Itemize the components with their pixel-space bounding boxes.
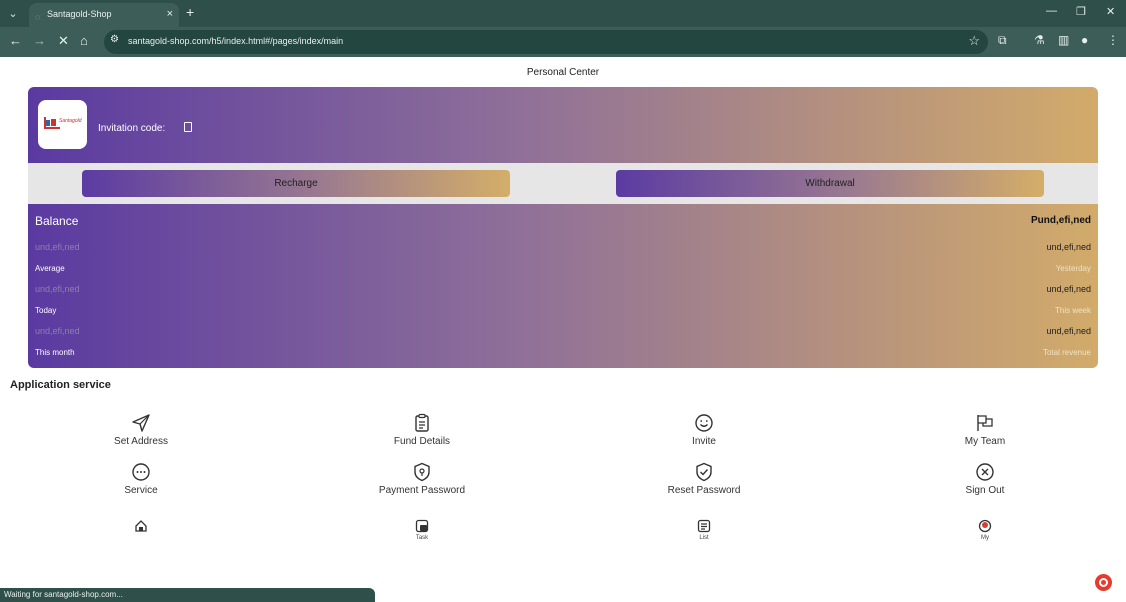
logo-text: Santagold (59, 118, 82, 124)
fund-details-label: Fund Details (393, 436, 451, 447)
payment-password-label: Payment Password (378, 485, 466, 496)
average-label: Average (35, 264, 65, 273)
total-revenue-value: und,efi,ned (1046, 326, 1091, 336)
task-icon (415, 519, 429, 533)
site-info-icon[interactable]: ⚙ (110, 34, 119, 45)
tab-my[interactable]: My (945, 519, 1025, 541)
fund-details-item[interactable]: Fund Details (342, 413, 502, 447)
chat-icon (132, 463, 150, 481)
floating-support-button[interactable] (1095, 574, 1112, 591)
yesterday-label: Yesterday (1055, 264, 1091, 273)
payment-password-item[interactable]: Payment Password (342, 462, 502, 496)
action-buttons: Recharge Withdrawal (28, 163, 1098, 204)
withdrawal-button[interactable]: Withdrawal (616, 170, 1044, 197)
week-value: und,efi,ned (1046, 284, 1091, 294)
my-team-item[interactable]: My Team (905, 413, 1065, 447)
shield-lock-icon (414, 462, 430, 482)
loading-icon: ◌ (35, 12, 41, 22)
window-close-icon[interactable]: ✕ (1106, 5, 1115, 18)
restore-icon[interactable]: ❐ (1076, 5, 1086, 18)
close-circle-icon (976, 463, 994, 481)
bookmark-star-icon[interactable]: ☆ (968, 33, 980, 49)
new-tab-icon[interactable]: + (186, 4, 194, 20)
set-address-label: Set Address (114, 436, 168, 447)
lab-icon[interactable]: ⚗ (1034, 33, 1045, 47)
balance-value: Pund,efi,ned (1031, 215, 1091, 226)
application-service-title: Application service (10, 379, 111, 391)
sign-out-label: Sign Out (965, 485, 1005, 496)
invite-item[interactable]: Invite (624, 413, 784, 447)
balance-label: Balance (35, 214, 79, 228)
yesterday-value: und,efi,ned (1046, 242, 1091, 252)
clipboard-icon (415, 413, 429, 432)
list-icon (697, 519, 711, 533)
url-text[interactable]: santagold-shop.com/h5/index.html#/pages/… (128, 36, 343, 46)
tab-home[interactable] (101, 519, 181, 535)
support-icon (1099, 578, 1108, 587)
stop-loading-icon[interactable]: ✕ (58, 33, 69, 49)
browser-toolbar: ← → ✕ ⌂ ⚙ santagold-shop.com/h5/index.ht… (0, 27, 1126, 57)
minimize-icon[interactable]: — (1046, 5, 1057, 17)
my-team-label: My Team (964, 436, 1006, 447)
reset-password-item[interactable]: Reset Password (624, 462, 784, 496)
address-bar[interactable]: ⚙ santagold-shop.com/h5/index.html#/page… (104, 30, 988, 54)
service-item[interactable]: Service (61, 462, 221, 496)
reset-password-label: Reset Password (667, 485, 741, 496)
tab-title: Santagold-Shop (47, 9, 112, 19)
browser-menu-icon[interactable]: ⋮ (1107, 33, 1119, 47)
extensions-icon[interactable]: ⧉ (998, 33, 1007, 48)
invitation-code-label: Invitation code: (98, 123, 166, 134)
user-icon (978, 519, 992, 533)
smile-icon (695, 414, 713, 432)
account-card: Santagold Invitation code: Recharge With… (28, 87, 1098, 368)
month-value: und,efi,ned (35, 326, 80, 336)
today-value: und,efi,ned (35, 284, 80, 294)
tab-search-icon[interactable]: ⌄ (4, 5, 22, 23)
average-value: und,efi,ned (35, 242, 80, 252)
total-revenue-label: Total revenue (1042, 348, 1091, 357)
week-label: This week (1054, 306, 1091, 315)
browser-status-bar: Waiting for santagold-shop.com... (0, 588, 375, 602)
profile-avatar-icon[interactable]: ● (1081, 33, 1088, 47)
home-icon (135, 520, 147, 532)
flags-icon (977, 415, 993, 431)
back-icon[interactable]: ← (9, 33, 22, 48)
service-label: Service (124, 485, 158, 496)
home-button-icon[interactable]: ⌂ (80, 33, 88, 48)
bag-icon (51, 119, 56, 126)
today-label: Today (35, 306, 57, 315)
profile-header: Santagold Invitation code: (28, 87, 1098, 163)
recharge-button[interactable]: Recharge (82, 170, 510, 197)
stats-panel: Balance Pund,efi,ned und,efi,ned und,efi… (28, 204, 1098, 368)
close-tab-icon[interactable]: × (167, 3, 173, 25)
tab-list-label: List (699, 535, 709, 541)
send-icon (132, 414, 150, 432)
tab-my-label: My (981, 535, 989, 541)
browser-tab-strip: ⌄ ◌ Santagold-Shop × + — ❐ ✕ (0, 0, 1126, 27)
shop-logo: Santagold (38, 100, 87, 149)
shield-check-icon (696, 462, 712, 482)
invite-label: Invite (692, 436, 716, 447)
bag-icon (46, 120, 50, 126)
copy-icon[interactable] (184, 122, 192, 132)
forward-icon[interactable]: → (33, 33, 46, 48)
side-panel-icon[interactable]: ▥ (1058, 33, 1069, 47)
tab-list[interactable]: List (664, 519, 744, 541)
tab-task-label: Task (415, 535, 429, 541)
month-label: This month (35, 348, 75, 357)
sign-out-item[interactable]: Sign Out (905, 462, 1065, 496)
page-title: Personal Center (526, 67, 600, 78)
browser-tab[interactable]: ◌ Santagold-Shop × (29, 3, 179, 27)
set-address-item[interactable]: Set Address (61, 413, 221, 447)
tab-task[interactable]: Task (382, 519, 462, 541)
